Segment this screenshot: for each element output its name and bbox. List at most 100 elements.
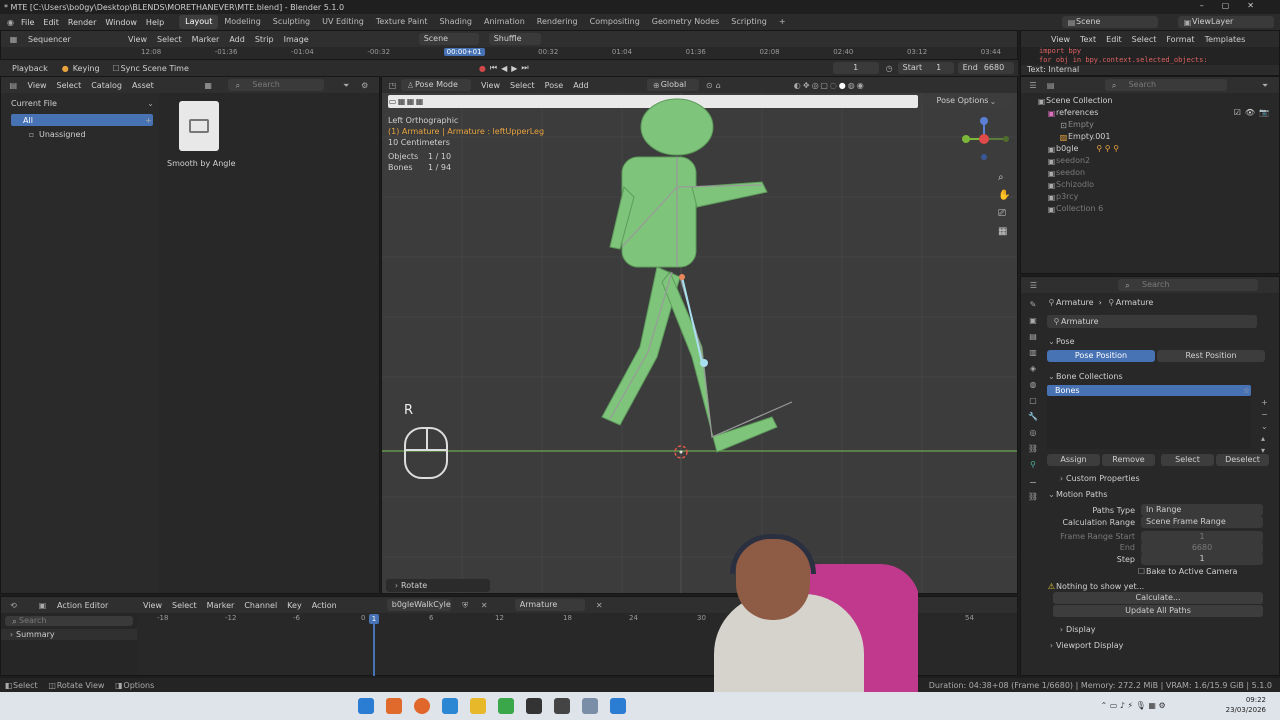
outliner-item[interactable]: ⊡ Empty bbox=[1037, 119, 1279, 131]
close-icon[interactable]: ✕ bbox=[595, 601, 604, 610]
constraints-tab-icon[interactable]: ⛓ bbox=[1023, 441, 1043, 457]
xray-icon[interactable]: ▢ bbox=[820, 81, 829, 90]
window-controls[interactable]: –▢✕ bbox=[1200, 1, 1272, 10]
calculate-button[interactable]: Calculate... bbox=[1053, 592, 1263, 604]
mode-dropdown[interactable]: ♙ Pose Mode bbox=[401, 79, 471, 91]
filter-icon[interactable]: ⏷ bbox=[342, 81, 351, 90]
clock[interactable]: 09:22 23/03/2026 bbox=[1226, 695, 1266, 715]
tray-icons[interactable]: ⌃ ▭ ♪ ⚡ 🎙 ▦ ⚙ bbox=[1101, 701, 1166, 710]
step-field[interactable]: 1 bbox=[1141, 553, 1263, 565]
catalog-all[interactable]: All + bbox=[11, 114, 153, 126]
solid-shading-icon[interactable]: ● bbox=[838, 81, 847, 90]
ae-menu-action[interactable]: Action bbox=[312, 601, 337, 610]
navigation-gizmo[interactable] bbox=[954, 113, 1014, 163]
render-tab-icon[interactable]: ▣ bbox=[1023, 313, 1043, 329]
menu-edit[interactable]: Edit bbox=[43, 18, 59, 27]
physics-tab-icon[interactable]: ◎ bbox=[1023, 425, 1043, 441]
display-panel-header[interactable]: › Display bbox=[1047, 623, 1279, 635]
ae-menu-channel[interactable]: Channel bbox=[244, 601, 277, 610]
terminal-icon[interactable] bbox=[526, 698, 542, 714]
list-menu-chevron-icon[interactable]: ⌄ bbox=[1261, 421, 1268, 433]
seq-menu-select[interactable]: Select bbox=[157, 35, 182, 44]
editor-type-icon[interactable]: ☰ bbox=[1029, 81, 1037, 90]
select-button[interactable]: Select bbox=[1161, 454, 1214, 466]
add-workspace-icon[interactable]: + bbox=[773, 15, 792, 29]
action-editor-mode[interactable]: Action Editor bbox=[57, 601, 133, 610]
outliner-item[interactable]: ▣ Scene Collection bbox=[1037, 95, 1279, 107]
bone-constraint-tab-icon[interactable]: ⛓ bbox=[1023, 489, 1043, 505]
modifier-tab-icon[interactable]: 🔧 bbox=[1023, 409, 1043, 425]
asset-tile[interactable]: Smooth by Angle bbox=[167, 101, 236, 168]
rendered-shading-icon[interactable]: ◉ bbox=[856, 81, 865, 90]
checkbox-icon[interactable]: ☐ bbox=[1137, 567, 1146, 576]
select-mode-icon[interactable]: ▦ bbox=[397, 97, 406, 106]
menu-help[interactable]: Help bbox=[146, 18, 164, 27]
object-tab-icon[interactable]: ▢ bbox=[1023, 393, 1043, 409]
game-app-icon[interactable] bbox=[498, 698, 514, 714]
tab-rendering[interactable]: Rendering bbox=[531, 15, 584, 29]
move-up-icon[interactable]: ▴ bbox=[1261, 433, 1268, 445]
bake-camera-row[interactable]: ☐ Bake to Active Camera bbox=[1047, 565, 1279, 577]
wireframe-shading-icon[interactable]: ◌ bbox=[829, 81, 838, 90]
pivot-icon[interactable]: ⊙ bbox=[705, 81, 714, 90]
action-name-field[interactable]: b0gleWalkCyle bbox=[386, 599, 451, 611]
rest-position-button[interactable]: Rest Position bbox=[1157, 350, 1265, 362]
pose-options-button[interactable]: Pose Options ⌄ bbox=[922, 95, 1012, 107]
calc-range-dropdown[interactable]: Scene Frame Range bbox=[1141, 516, 1263, 528]
shuffle-dropdown[interactable]: Shuffle bbox=[488, 33, 541, 45]
move-down-icon[interactable]: ▾ bbox=[1261, 445, 1268, 457]
tab-modeling[interactable]: Modeling bbox=[218, 15, 266, 29]
tab-shading[interactable]: Shading bbox=[433, 15, 478, 29]
world-tab-icon[interactable]: ◍ bbox=[1023, 377, 1043, 393]
text-menu-edit[interactable]: Edit bbox=[1106, 35, 1122, 44]
add-catalog-icon[interactable]: + bbox=[144, 116, 153, 125]
seq-menu-add[interactable]: Add bbox=[229, 35, 245, 44]
keying-menu[interactable]: Keying bbox=[73, 64, 100, 73]
viewport-display-header[interactable]: › Viewport Display bbox=[1047, 639, 1279, 651]
ortho-grid-icon[interactable]: ▦ bbox=[998, 223, 1010, 241]
asset-menu-catalog[interactable]: Catalog bbox=[91, 81, 122, 90]
view-layer-tab-icon[interactable]: ▥ bbox=[1023, 345, 1043, 361]
tool-tab-icon[interactable]: ✎ bbox=[1023, 297, 1043, 313]
view-object-types-icon[interactable]: ◐ bbox=[793, 81, 802, 90]
fake-user-shield-icon[interactable]: ⛨ bbox=[461, 601, 470, 610]
text-menu-format[interactable]: Format bbox=[1166, 35, 1194, 44]
outliner-item[interactable]: ▣ b0gle ⚲ ⚲ ⚲ bbox=[1037, 143, 1279, 155]
todo-icon[interactable] bbox=[442, 698, 458, 714]
asset-menu-select[interactable]: Select bbox=[57, 81, 82, 90]
remove-bone-collection-icon[interactable]: − bbox=[1261, 409, 1268, 421]
vp-menu-pose[interactable]: Pose bbox=[545, 81, 564, 90]
outliner-item[interactable]: ▣ seedon2 bbox=[1037, 155, 1279, 167]
assign-button[interactable]: Assign bbox=[1047, 454, 1100, 466]
orientation-dropdown[interactable]: ⊕ Global bbox=[646, 79, 699, 91]
tab-animation[interactable]: Animation bbox=[478, 15, 531, 29]
add-bone-collection-icon[interactable]: + bbox=[1261, 397, 1268, 409]
outliner-item[interactable]: ▣ Collection 6 bbox=[1037, 203, 1279, 215]
end-frame-field[interactable]: End 6680 bbox=[957, 62, 1014, 74]
editor-type-icon[interactable]: ▤ bbox=[9, 81, 18, 90]
update-all-paths-button[interactable]: Update All Paths bbox=[1053, 605, 1263, 617]
play-reverse-icon[interactable]: ◀ bbox=[501, 64, 511, 73]
bone-tab-icon[interactable]: ⚊ bbox=[1023, 473, 1043, 489]
current-time-indicator[interactable]: 00:00+01 bbox=[443, 48, 485, 56]
current-frame-marker[interactable]: 1 bbox=[369, 614, 379, 624]
jump-end-icon[interactable]: ⏭ bbox=[521, 63, 532, 73]
display-mode-icon[interactable]: ▦ bbox=[204, 81, 213, 90]
slot-field[interactable]: Armature bbox=[514, 599, 585, 611]
ae-menu-view[interactable]: View bbox=[143, 601, 162, 610]
settings-gear-icon[interactable]: ⚙ bbox=[360, 81, 369, 90]
sequencer-editor-label[interactable]: Sequencer bbox=[28, 35, 118, 44]
ae-menu-select[interactable]: Select bbox=[172, 601, 197, 610]
motion-paths-header[interactable]: ⌄ Motion Paths bbox=[1047, 488, 1279, 500]
zoom-icon[interactable]: ⌕ bbox=[998, 169, 1010, 187]
scene-tab-icon[interactable]: ◈ bbox=[1023, 361, 1043, 377]
text-menu-templates[interactable]: Templates bbox=[1205, 35, 1246, 44]
paths-type-dropdown[interactable]: In Range bbox=[1141, 504, 1263, 516]
menu-render[interactable]: Render bbox=[68, 18, 96, 27]
tab-geometry-nodes[interactable]: Geometry Nodes bbox=[646, 15, 725, 29]
vp-menu-select[interactable]: Select bbox=[510, 81, 535, 90]
pose-position-button[interactable]: Pose Position bbox=[1047, 350, 1155, 362]
seq-menu-view[interactable]: View bbox=[128, 35, 147, 44]
seq-menu-image[interactable]: Image bbox=[284, 35, 309, 44]
current-frame-field[interactable]: 1 bbox=[832, 62, 879, 74]
